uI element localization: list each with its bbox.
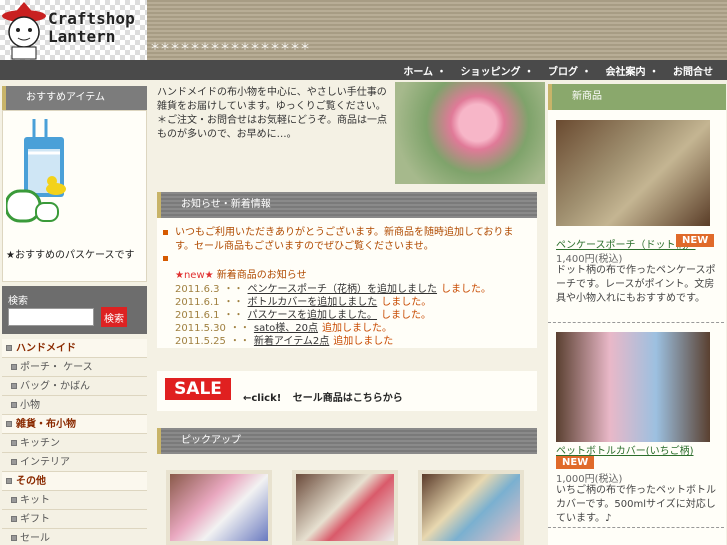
global-nav: ホーム ・ ショッピング ・ ブログ ・ 会社案内 ・ お問合せ (0, 60, 727, 80)
category-label: 雑貨・布小物 (16, 419, 76, 430)
square-bullet-icon (11, 535, 17, 541)
divider (548, 322, 724, 323)
news-heading: お知らせ・新着情報 (157, 192, 537, 218)
search-button[interactable]: 検索 (101, 307, 127, 327)
square-bullet-icon (11, 402, 17, 408)
sale-banner[interactable]: SALE ←click! セール商品はこちらから (157, 371, 537, 411)
category-label: ポーチ・ ケース (20, 362, 93, 373)
square-bullet-icon (11, 383, 17, 389)
category-sub[interactable]: セール (2, 529, 147, 545)
category-sub[interactable]: ポーチ・ ケース (2, 358, 147, 377)
news-main-text: いつもご利用いただきありがとうございます。新商品を随時追加しております。セール商… (175, 227, 514, 252)
nav-company[interactable]: 会社案内 ・ (606, 63, 659, 78)
intro-paragraph-1: ハンドメイドの布小物を中心に、やさしい手仕事の雑貨をお届けしています。ゆっくりご… (157, 87, 387, 112)
pass-case-image[interactable] (6, 119, 96, 234)
category-label: ハンドメイド (16, 343, 76, 354)
square-bullet-icon (11, 440, 17, 446)
pickup-thumb-2[interactable] (292, 470, 398, 545)
sale-badge[interactable]: SALE (165, 378, 231, 400)
square-bullet-icon (6, 478, 12, 484)
square-bullet-icon (11, 516, 17, 522)
product-desc-2: いちご柄の布で作ったペットボトルカバーです。500mlサイズに対応しています。♪ (556, 485, 716, 524)
category-label: その他 (16, 476, 46, 487)
search-panel: 検索 検索 (2, 286, 147, 334)
nav-home[interactable]: ホーム ・ (403, 63, 446, 78)
category-label: ギフト (20, 514, 50, 525)
news-mid: ・・ (229, 336, 250, 347)
nav-shopping[interactable]: ショッピング ・ (461, 63, 534, 78)
category-label: キッチン (20, 438, 60, 449)
search-label: 検索 (8, 296, 28, 307)
featured-heading: おすすめアイテム (2, 86, 147, 110)
sale-text: セール商品はこちらから (292, 393, 403, 404)
category-label: キット (20, 495, 50, 506)
category-label: バッグ・かばん (20, 381, 90, 392)
news-tail: 追加しました (333, 336, 394, 347)
category-label: 小物 (20, 400, 40, 411)
new-items-heading: 新商品 (548, 84, 726, 110)
tagline: ＊＊＊＊＊＊＊＊＊＊＊＊＊＊＊＊ (150, 42, 310, 53)
bullet-icon (163, 256, 168, 261)
news-new-line: ★new★ 新着商品のお知らせ (175, 266, 307, 281)
square-bullet-icon (6, 421, 12, 427)
category-sub[interactable]: 小物 (2, 396, 147, 415)
product-image-2[interactable] (556, 332, 710, 442)
news-link[interactable]: 新着アイテム2点 (254, 336, 329, 347)
product-image-1[interactable] (556, 120, 710, 226)
category-label: セール (20, 533, 50, 544)
flower-photo (395, 82, 545, 184)
category-main[interactable]: 雑貨・布小物 (2, 415, 147, 434)
new-badge-2: NEW (556, 456, 595, 469)
product-desc-1: ドット柄の布で作ったペンケースポーチです。レースがポイント。文房具や小物入れにも… (556, 265, 716, 304)
intro-paragraph-2: ＊ご注文・お問合せはお気軽にどうぞ。商品は一点ものが多いので、お早めに…。 (157, 115, 387, 140)
bullet-icon (163, 230, 168, 235)
category-sub[interactable]: バッグ・かばん (2, 377, 147, 396)
nav-contact[interactable]: お問合せ (673, 63, 713, 78)
category-sub[interactable]: キット (2, 491, 147, 510)
news-date: 2011.5.25 (175, 336, 226, 347)
news-box: いつもご利用いただきありがとうございます。新商品を随時追加しております。セール商… (157, 218, 537, 348)
category-main[interactable]: ハンドメイド (2, 339, 147, 358)
new-items-box: ペンケースポーチ（ドット柄） NEW 1,400円(税込) ドット柄の布で作った… (548, 110, 726, 545)
category-sub[interactable]: インテリア (2, 453, 147, 472)
square-bullet-icon (11, 459, 17, 465)
category-sub[interactable]: キッチン (2, 434, 147, 453)
nav-blog[interactable]: ブログ ・ (548, 63, 591, 78)
news-row: 2011.5.25 ・・ 新着アイテム2点 追加しました (175, 332, 397, 347)
pickup-thumb-1[interactable] (166, 470, 272, 545)
pickup-heading: ピックアップ (157, 428, 537, 454)
product-price-1: 1,400円(税込) (556, 254, 623, 265)
logo-line1: Craftshop (48, 9, 135, 28)
news-tail: しました。 (441, 284, 492, 295)
square-bullet-icon (6, 345, 12, 351)
product-link-1[interactable]: ペンケースポーチ（ドット柄） (556, 236, 696, 251)
pickup-thumb-3[interactable] (418, 470, 524, 545)
sale-click-label: ←click! (243, 393, 282, 404)
lantern-character-icon (2, 2, 46, 60)
featured-caption[interactable]: ★おすすめのパスケースです (6, 246, 134, 261)
square-bullet-icon (11, 364, 17, 370)
intro-text: ハンドメイドの布小物を中心に、やさしい手仕事の雑貨をお届けしています。ゆっくりご… (157, 86, 393, 142)
category-sub[interactable]: ギフト (2, 510, 147, 529)
product-link-2[interactable]: ペットボトルカバー(いちご柄) (556, 442, 694, 457)
square-bullet-icon (11, 497, 17, 503)
logo-line2: Lantern (48, 27, 116, 46)
category-label: インテリア (20, 457, 70, 468)
product-price-2: 1,000円(税込) (556, 474, 623, 485)
sale-link[interactable]: ←click! セール商品はこちらから (243, 389, 403, 404)
divider (548, 527, 724, 528)
logo[interactable]: Craftshop Lantern (0, 0, 147, 60)
new-badge-1: NEW (676, 234, 715, 247)
search-input[interactable] (8, 308, 94, 326)
category-main[interactable]: その他 (2, 472, 147, 491)
